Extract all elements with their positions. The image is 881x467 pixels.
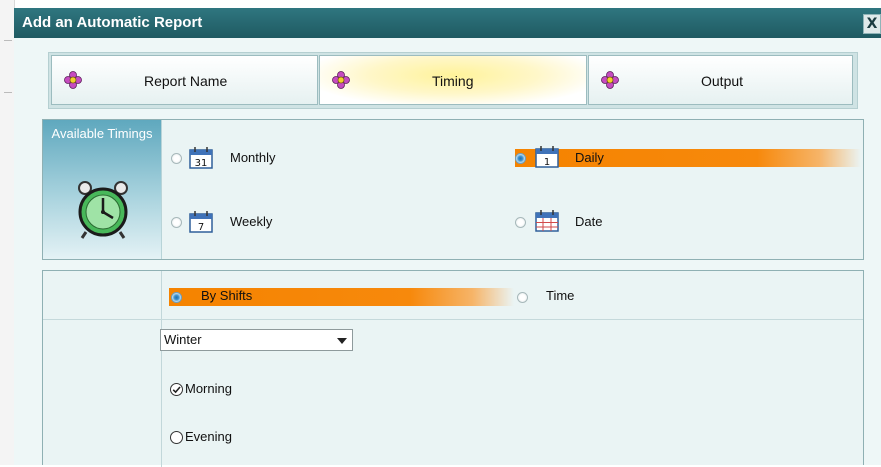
morning-label[interactable]: Morning	[185, 381, 232, 396]
add-report-dialog: Add an Automatic Report X Report Name Ti…	[14, 8, 881, 467]
calendar-number: 31	[195, 158, 208, 169]
morning-checkbox[interactable]	[170, 383, 183, 396]
tab-timing[interactable]: Timing	[319, 55, 587, 105]
date-radio[interactable]	[515, 217, 526, 228]
flower-icon	[332, 71, 350, 89]
monthly-label[interactable]: Monthly	[230, 150, 276, 165]
calendar-icon: 7	[189, 211, 213, 233]
time-label[interactable]: Time	[546, 288, 574, 303]
evening-checkbox[interactable]	[170, 431, 183, 444]
season-select[interactable]: Winter	[160, 329, 353, 351]
by-shifts-label[interactable]: By Shifts	[201, 288, 252, 303]
calendar-icon: 1	[535, 146, 559, 168]
calendar-icon: 31	[189, 147, 213, 169]
divider	[43, 319, 863, 320]
chevron-down-icon[interactable]	[337, 338, 347, 344]
tab-label: Timing	[432, 73, 474, 89]
timings-panel: Available Timings 31 Monthly 1 Daily 7 W…	[42, 119, 864, 260]
season-select-value: Winter	[164, 332, 202, 347]
available-timings-label: Available Timings	[51, 126, 153, 141]
tab-report-name[interactable]: Report Name	[51, 55, 318, 105]
divider	[4, 40, 12, 41]
flower-icon	[601, 71, 619, 89]
tab-bar: Report Name Timing Output	[48, 52, 858, 109]
close-button[interactable]: X	[863, 14, 881, 34]
schedule-side-column	[43, 271, 162, 467]
calendar-grid-icon	[535, 210, 559, 232]
timings-side-panel: Available Timings	[43, 120, 162, 259]
weekly-radio[interactable]	[171, 217, 182, 228]
divider	[4, 92, 12, 93]
alarm-clock-icon	[78, 181, 128, 239]
date-label[interactable]: Date	[575, 214, 602, 229]
daily-label[interactable]: Daily	[575, 150, 604, 165]
monthly-radio[interactable]	[171, 153, 182, 164]
tab-label: Output	[701, 73, 744, 89]
dialog-titlebar: Add an Automatic Report	[14, 8, 881, 38]
evening-label[interactable]: Evening	[185, 429, 232, 444]
calendar-number: 7	[198, 222, 204, 233]
tab-label: Report Name	[144, 73, 228, 89]
daily-radio[interactable]	[515, 153, 526, 164]
dialog-title: Add an Automatic Report	[22, 14, 203, 31]
schedule-panel: By Shifts Time Winter Morning Evening	[42, 270, 864, 467]
calendar-number: 1	[544, 157, 550, 168]
left-edge-strip	[0, 0, 15, 465]
weekly-label[interactable]: Weekly	[230, 214, 272, 229]
checkmark-icon	[172, 386, 181, 394]
flower-icon	[64, 71, 82, 89]
tab-output[interactable]: Output	[588, 55, 853, 105]
daily-highlight	[515, 149, 861, 167]
by-shifts-radio[interactable]	[171, 292, 182, 303]
time-radio[interactable]	[517, 292, 528, 303]
